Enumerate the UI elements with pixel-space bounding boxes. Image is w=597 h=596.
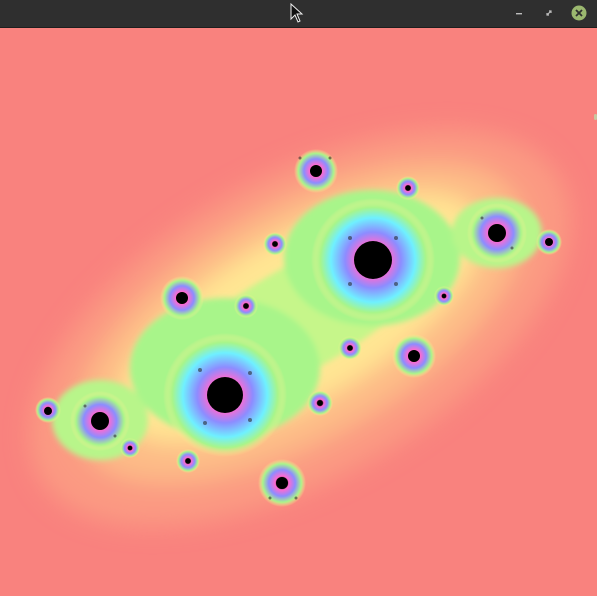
title-bar[interactable]: [0, 0, 597, 28]
julia-set-image: [0, 28, 597, 596]
close-button[interactable]: [571, 5, 587, 21]
minimize-icon: [514, 8, 524, 18]
restore-icon: [544, 8, 554, 18]
close-icon: [571, 5, 587, 21]
mouse-cursor-icon: [290, 2, 304, 23]
restore-button[interactable]: [542, 6, 556, 20]
minimize-button[interactable]: [512, 6, 526, 20]
app-window: [0, 0, 597, 596]
fractal-canvas[interactable]: [0, 28, 597, 596]
